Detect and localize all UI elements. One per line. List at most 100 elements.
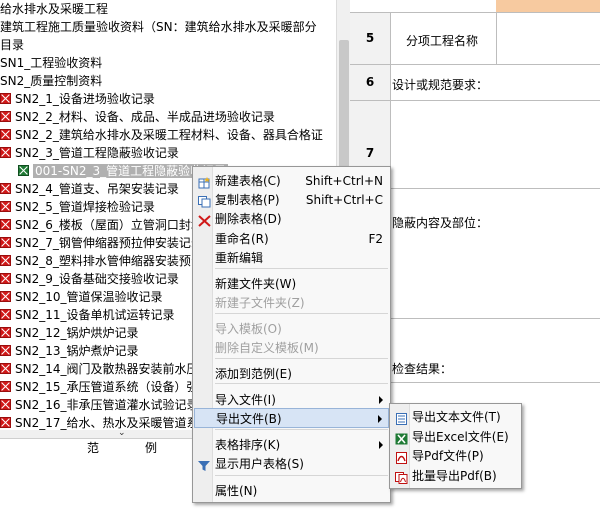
tree-node-label: SN2_11_设备单机试运转记录 [15, 308, 175, 322]
menu-item-shortcut: Shift+Ctrl+N [305, 174, 383, 188]
red-file-icon [0, 111, 11, 122]
red-file-icon [0, 219, 11, 230]
new-table-icon [198, 175, 211, 189]
tree-node-label: SN2_12_锅炉烘炉记录 [15, 326, 139, 340]
menu-item[interactable]: 导出文件(B) [194, 408, 389, 428]
tree-node-label: 给水排水及采暖工程 [0, 2, 109, 16]
menu-item-label: 属性(N) [215, 484, 258, 498]
tree-node-label: SN2_10_管道保温验收记录 [15, 290, 163, 304]
menu-item-label: 添加到范例(E) [215, 367, 292, 381]
submenu-item-label: 批量导出Pdf(B) [412, 469, 497, 483]
submenu-item[interactable]: 导Pdf文件(P) [391, 446, 520, 466]
excel-icon [395, 431, 408, 445]
menu-item[interactable]: 重命名(R) F2 [194, 229, 389, 249]
menu-item[interactable]: 属性(N) [194, 481, 389, 501]
tab-label-fan[interactable]: 范 [87, 439, 99, 457]
tree-node[interactable]: SN2_17_给水、热水及采暖管道系统 [0, 414, 211, 430]
text-file-icon [395, 411, 408, 425]
menu-item-label: 导入模板(O) [215, 322, 282, 336]
tree-node-label: SN2_2_建筑给水排水及采暖工程材料、设备、器具合格证 [15, 128, 323, 142]
menu-item-label: 删除表格(D) [215, 212, 282, 226]
menu-item[interactable]: 删除表格(D) [194, 209, 389, 229]
tree-node-label: SN2_3_管道工程隐蔽验收记录 [15, 146, 179, 160]
menu-item[interactable]: 复制表格(P) Shift+Ctrl+C [194, 190, 389, 210]
hidden-content-label: 隐蔽内容及部位： [392, 216, 489, 230]
menu-item-label: 表格排序(K) [215, 438, 281, 452]
tree-node[interactable]: 给水排水及采暖工程 [0, 0, 108, 18]
tree-node[interactable]: SN2_3_管道工程隐蔽验收记录 [0, 144, 179, 162]
menu-item[interactable]: 重新编辑 [194, 248, 389, 268]
tree-node-label: SN2_质量控制资料 [0, 74, 103, 88]
menu-item[interactable]: 导入模板(O) [194, 319, 389, 339]
red-file-icon [0, 147, 11, 158]
menu-separator [215, 429, 388, 430]
tree-node[interactable]: SN2_2_材料、设备、成品、半成品进场验收记录 [0, 108, 275, 126]
red-file-icon [0, 345, 11, 356]
menu-item-label: 复制表格(P) [215, 193, 280, 207]
tree-node-label: SN2_13_锅炉煮炉记录 [15, 344, 139, 358]
design-requirement-label: 设计或规范要求： [392, 78, 489, 92]
tree-node-label: SN2_7_钢管伸缩器预拉伸安装记录 [15, 236, 203, 250]
menu-item[interactable]: 显示用户表格(S) [194, 454, 389, 474]
tree-node[interactable]: SN2_13_锅炉煮炉记录 [0, 342, 139, 360]
tree-node-label: SN2_17_给水、热水及采暖管道系统 [15, 416, 211, 430]
menu-separator [215, 358, 388, 359]
menu-item-label: 重新编辑 [215, 251, 264, 265]
header-cell-orange [496, 0, 600, 12]
tree-node[interactable]: SN2_12_锅炉烘炉记录 [0, 324, 139, 342]
menu-item-label: 新建子文件夹(Z) [215, 296, 305, 310]
submenu-item-label: 导出Excel文件(E) [412, 430, 509, 444]
menu-item-label: 重命名(R) [215, 232, 269, 246]
red-file-icon [0, 399, 11, 410]
tree-node[interactable]: 建筑工程施工质量验收资料（SN：建筑给水排水及采暖部分 [0, 18, 317, 36]
menu-item[interactable]: 删除自定义模板(M) [194, 338, 389, 358]
menu-item[interactable]: 导入文件(I) [194, 390, 389, 410]
check-result-label: 检查结果： [392, 362, 453, 376]
tree-node[interactable]: SN2_16_非承压管道灌水试验记录 [0, 396, 199, 414]
submenu-item[interactable]: 批量导出Pdf(B) [391, 466, 520, 486]
red-file-icon [0, 363, 11, 374]
tree-node-label: SN2_16_非承压管道灌水试验记录 [15, 398, 199, 412]
menu-item[interactable]: 新建表格(C) Shift+Ctrl+N [194, 171, 389, 191]
menu-item[interactable]: 表格排序(K) [194, 435, 389, 455]
chevron-down-icon[interactable]: ⌄ [118, 428, 126, 438]
red-file-icon [0, 183, 11, 194]
tree-node[interactable]: SN2_质量控制资料 [0, 72, 102, 90]
menu-item[interactable]: 添加到范例(E) [194, 364, 389, 384]
tree-node[interactable]: SN2_11_设备单机试运转记录 [0, 306, 175, 324]
red-file-icon [0, 273, 11, 284]
submenu-item[interactable]: 导出文本文件(T) [391, 407, 520, 427]
submenu-arrow-icon [379, 441, 383, 449]
submenu-item-label: 导出文本文件(T) [412, 410, 501, 424]
subitem-name-label: 分项工程名称 [406, 34, 479, 48]
copy-table-icon [198, 194, 211, 208]
tree-node-label: SN1_工程验收资料 [0, 56, 103, 70]
row-number-6: 6 [350, 65, 390, 100]
tree-node[interactable]: SN2_10_管道保温验收记录 [0, 288, 163, 306]
menu-item-label: 删除自定义模板(M) [215, 341, 319, 355]
tree-node[interactable]: SN1_工程验收资料 [0, 54, 102, 72]
tree-node[interactable]: SN2_1_设备进场验收记录 [0, 90, 155, 108]
menu-item[interactable]: 新建文件夹(W) [194, 274, 389, 294]
tab-label-li[interactable]: 例 [145, 439, 157, 457]
submenu-arrow-icon [379, 396, 383, 404]
tree-node[interactable]: SN2_8_塑料排水管伸缩器安装预留 [0, 252, 203, 270]
green-file-icon [18, 165, 29, 176]
menu-item-shortcut: F2 [368, 232, 383, 246]
tree-node[interactable]: SN2_4_管道支、吊架安装记录 [0, 180, 179, 198]
tree-node[interactable]: SN2_9_设备基础交接验收记录 [0, 270, 179, 288]
menu-item[interactable]: 新建子文件夹(Z) [194, 293, 389, 313]
tree-node-label: SN2_2_材料、设备、成品、半成品进场验收记录 [15, 110, 275, 124]
menu-item-shortcut: Shift+Ctrl+C [305, 193, 383, 207]
tree-node-label: SN2_8_塑料排水管伸缩器安装预留 [15, 254, 203, 268]
tree-node[interactable]: 目录 [0, 36, 24, 54]
red-file-icon [0, 201, 11, 212]
tree-node[interactable]: SN2_2_建筑给水排水及采暖工程材料、设备、器具合格证 [0, 126, 323, 144]
tree-node[interactable]: SN2_5_管道焊接检验记录 [0, 198, 155, 216]
red-file-icon [0, 309, 11, 320]
tree-node-label: SN2_9_设备基础交接验收记录 [15, 272, 179, 286]
tree-node-label: SN2_5_管道焊接检验记录 [15, 200, 155, 214]
red-file-icon [0, 381, 11, 392]
submenu-item[interactable]: 导出Excel文件(E) [391, 427, 520, 447]
tree-node[interactable]: SN2_7_钢管伸缩器预拉伸安装记录 [0, 234, 203, 252]
